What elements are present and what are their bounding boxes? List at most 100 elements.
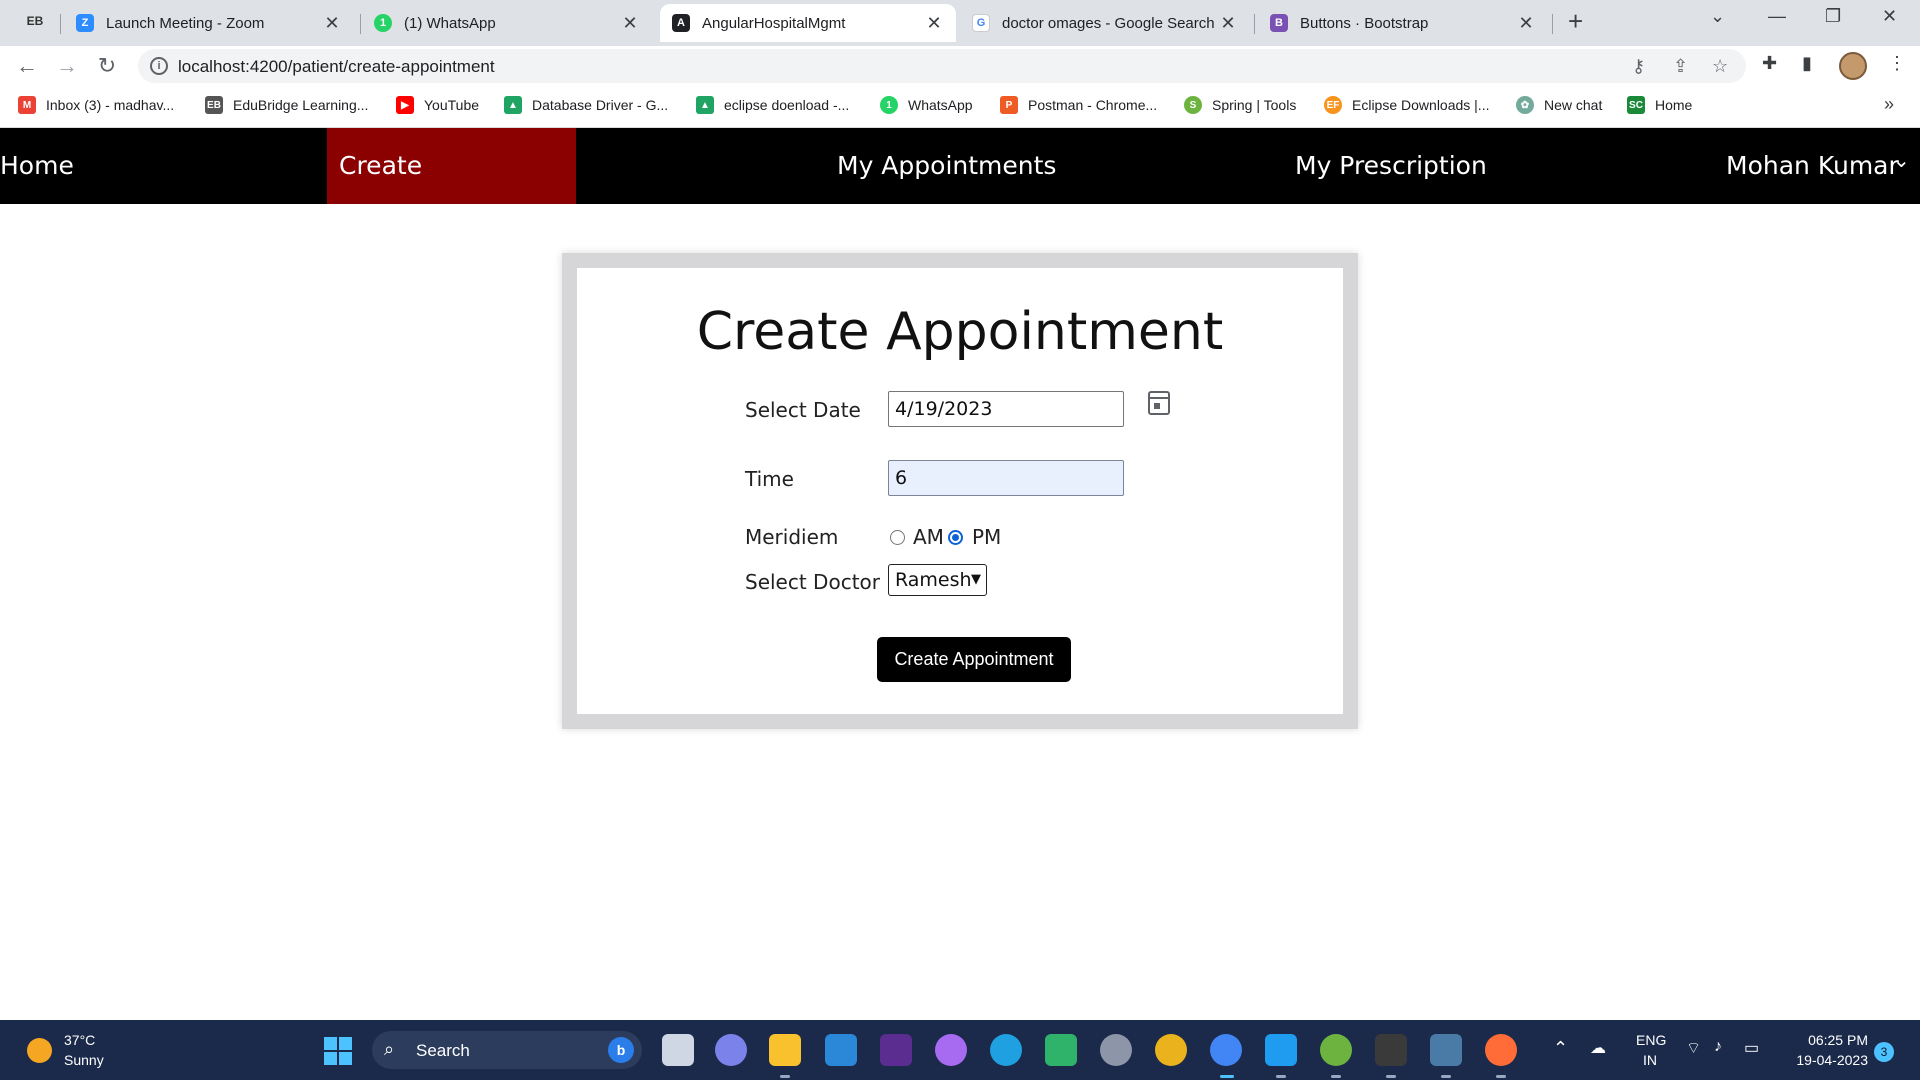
tab-separator bbox=[60, 14, 61, 34]
bookmark-item[interactable]: SC Home bbox=[1627, 96, 1692, 114]
time-label: Time bbox=[745, 467, 794, 491]
side-panel-icon[interactable]: ▮ bbox=[1802, 53, 1812, 74]
chrome-profile-icon[interactable] bbox=[1210, 1034, 1242, 1066]
volume-icon[interactable]: ♪ bbox=[1714, 1038, 1722, 1056]
browser-tab-bar: EB Z Launch Meeting - Zoom ✕ 1 (1) Whats… bbox=[0, 0, 1920, 46]
bookmark-item[interactable]: ✿ New chat bbox=[1516, 96, 1602, 114]
clock-date: 19-04-2023 bbox=[1796, 1052, 1868, 1068]
bing-icon[interactable]: b bbox=[608, 1037, 634, 1063]
address-bar[interactable]: i localhost:4200/patient/create-appointm… bbox=[138, 49, 1746, 83]
new-tab-icon[interactable]: + bbox=[1568, 8, 1583, 34]
bookmark-star-icon[interactable]: ☆ bbox=[1712, 56, 1728, 77]
bookmark-item[interactable]: M Inbox (3) - madhav... bbox=[18, 96, 174, 114]
restore-icon[interactable]: ❐ bbox=[1825, 6, 1841, 27]
calendar-icon[interactable] bbox=[1148, 391, 1170, 415]
bookmark-item[interactable]: EF Eclipse Downloads |... bbox=[1324, 96, 1489, 114]
edubridge-icon: EB bbox=[205, 96, 223, 114]
notification-badge[interactable]: 3 bbox=[1874, 1042, 1894, 1062]
bookmarks-bar: M Inbox (3) - madhav... EB EduBridge Lea… bbox=[0, 86, 1920, 128]
vscode-icon[interactable] bbox=[1265, 1034, 1297, 1066]
spring-tools-icon[interactable] bbox=[1320, 1034, 1352, 1066]
settings-icon[interactable] bbox=[1100, 1034, 1132, 1066]
appointment-form-card: Create Appointment Select Date Time Meri… bbox=[562, 253, 1358, 729]
xbox-icon[interactable] bbox=[1045, 1034, 1077, 1066]
tab-zoom[interactable]: Z Launch Meeting - Zoom ✕ bbox=[64, 4, 354, 42]
forward-icon[interactable]: → bbox=[53, 52, 81, 80]
bookmarks-overflow-icon[interactable]: » bbox=[1884, 94, 1894, 115]
weather-temperature[interactable]: 37°C bbox=[64, 1032, 95, 1048]
chevron-down-icon[interactable]: ⌄ bbox=[1893, 148, 1910, 173]
profile-avatar[interactable] bbox=[1839, 52, 1867, 80]
edge-icon[interactable] bbox=[990, 1034, 1022, 1066]
minimize-icon[interactable]: — bbox=[1768, 6, 1786, 27]
bookmark-item[interactable]: S Spring | Tools bbox=[1184, 96, 1296, 114]
reload-icon[interactable]: ↻ bbox=[93, 52, 121, 80]
close-icon[interactable]: ✕ bbox=[322, 13, 342, 34]
bookmark-item[interactable]: P Postman - Chrome... bbox=[1000, 96, 1157, 114]
google-icon: G bbox=[972, 14, 990, 32]
password-key-icon[interactable]: ⚷ bbox=[1632, 56, 1645, 77]
back-icon[interactable]: ← bbox=[13, 52, 41, 80]
copilot-icon[interactable] bbox=[935, 1034, 967, 1066]
terminal-icon[interactable] bbox=[1375, 1034, 1407, 1066]
visual-studio-icon[interactable] bbox=[880, 1034, 912, 1066]
bookmark-label: New chat bbox=[1544, 97, 1603, 113]
window-close-icon[interactable]: ✕ bbox=[1882, 6, 1897, 27]
profile-tab-icon[interactable]: EB bbox=[22, 10, 48, 32]
create-appointment-button[interactable]: Create Appointment bbox=[877, 637, 1071, 682]
postman-icon[interactable] bbox=[1485, 1034, 1517, 1066]
bookmark-item[interactable]: 1 WhatsApp bbox=[880, 96, 973, 114]
date-input[interactable] bbox=[888, 391, 1124, 427]
meridiem-label: Meridiem bbox=[745, 525, 839, 549]
taskbar-clock[interactable]: 06:25 PM 19-04-2023 bbox=[1786, 1032, 1868, 1068]
wifi-icon[interactable]: ⌔ bbox=[1686, 1038, 1701, 1058]
tab-bootstrap[interactable]: B Buttons · Bootstrap ✕ bbox=[1258, 4, 1548, 42]
close-icon[interactable]: ✕ bbox=[1218, 13, 1238, 34]
chevron-up-icon[interactable]: ⌃ bbox=[1553, 1038, 1568, 1059]
eclipse-icon: EF bbox=[1324, 96, 1342, 114]
doctor-select[interactable]: Ramesh ▼ bbox=[888, 564, 987, 596]
bookmark-label: EduBridge Learning... bbox=[233, 97, 369, 113]
tab-whatsapp[interactable]: 1 (1) WhatsApp ✕ bbox=[362, 4, 652, 42]
mail-icon[interactable] bbox=[825, 1034, 857, 1066]
site-info-icon[interactable]: i bbox=[150, 57, 168, 75]
chrome-icon[interactable] bbox=[1155, 1034, 1187, 1066]
bookmark-item[interactable]: ▲ Database Driver - G... bbox=[504, 96, 668, 114]
bookmark-item[interactable]: ▶ YouTube bbox=[396, 96, 479, 114]
nav-my-prescription[interactable]: My Prescription bbox=[1295, 128, 1487, 204]
file-explorer-icon[interactable] bbox=[769, 1034, 801, 1066]
taskbar-search[interactable]: ⌕ Search b bbox=[372, 1031, 642, 1069]
language-bottom[interactable]: IN bbox=[1643, 1052, 1657, 1068]
teams-chat-icon[interactable] bbox=[715, 1034, 747, 1066]
search-label: Search bbox=[416, 1041, 470, 1060]
pm-radio[interactable] bbox=[948, 530, 963, 545]
tab-separator bbox=[360, 14, 361, 34]
sun-icon[interactable] bbox=[27, 1038, 52, 1063]
nav-my-appointments[interactable]: My Appointments bbox=[837, 128, 1056, 204]
onedrive-icon[interactable]: ☁ bbox=[1590, 1038, 1606, 1058]
nav-create-appointment[interactable]: Create Appointment bbox=[327, 128, 576, 256]
nav-home[interactable]: Home bbox=[0, 128, 74, 204]
close-icon[interactable]: ✕ bbox=[1516, 13, 1536, 34]
battery-icon[interactable]: ▭ bbox=[1744, 1038, 1759, 1058]
tab-search-chevron-icon[interactable]: ⌄ bbox=[1710, 6, 1725, 27]
task-view-icon[interactable] bbox=[662, 1034, 694, 1066]
browser-toolbar: ← → ↻ i localhost:4200/patient/create-ap… bbox=[0, 46, 1920, 86]
bookmark-item[interactable]: EB EduBridge Learning... bbox=[205, 96, 368, 114]
menu-kebab-icon[interactable]: ⋮ bbox=[1888, 53, 1906, 74]
extensions-icon[interactable]: ✚ bbox=[1762, 53, 1777, 74]
mysql-workbench-icon[interactable] bbox=[1430, 1034, 1462, 1066]
language-top[interactable]: ENG bbox=[1636, 1032, 1666, 1048]
am-radio[interactable] bbox=[890, 530, 905, 545]
tab-angular-hospital[interactable]: A AngularHospitalMgmt ✕ bbox=[660, 4, 956, 42]
bookmark-item[interactable]: ▲ eclipse doenload -... bbox=[696, 96, 849, 114]
tab-google-search[interactable]: G doctor omages - Google Search ✕ bbox=[960, 4, 1250, 42]
windows-start-icon[interactable] bbox=[324, 1037, 352, 1065]
time-input[interactable] bbox=[888, 460, 1124, 496]
nav-user-menu[interactable]: Mohan Kumar bbox=[1726, 128, 1899, 204]
close-icon[interactable]: ✕ bbox=[620, 13, 640, 34]
share-icon[interactable]: ⇪ bbox=[1673, 56, 1688, 77]
tab-separator bbox=[1254, 14, 1255, 34]
close-icon[interactable]: ✕ bbox=[924, 13, 944, 34]
weather-condition[interactable]: Sunny bbox=[64, 1052, 104, 1068]
